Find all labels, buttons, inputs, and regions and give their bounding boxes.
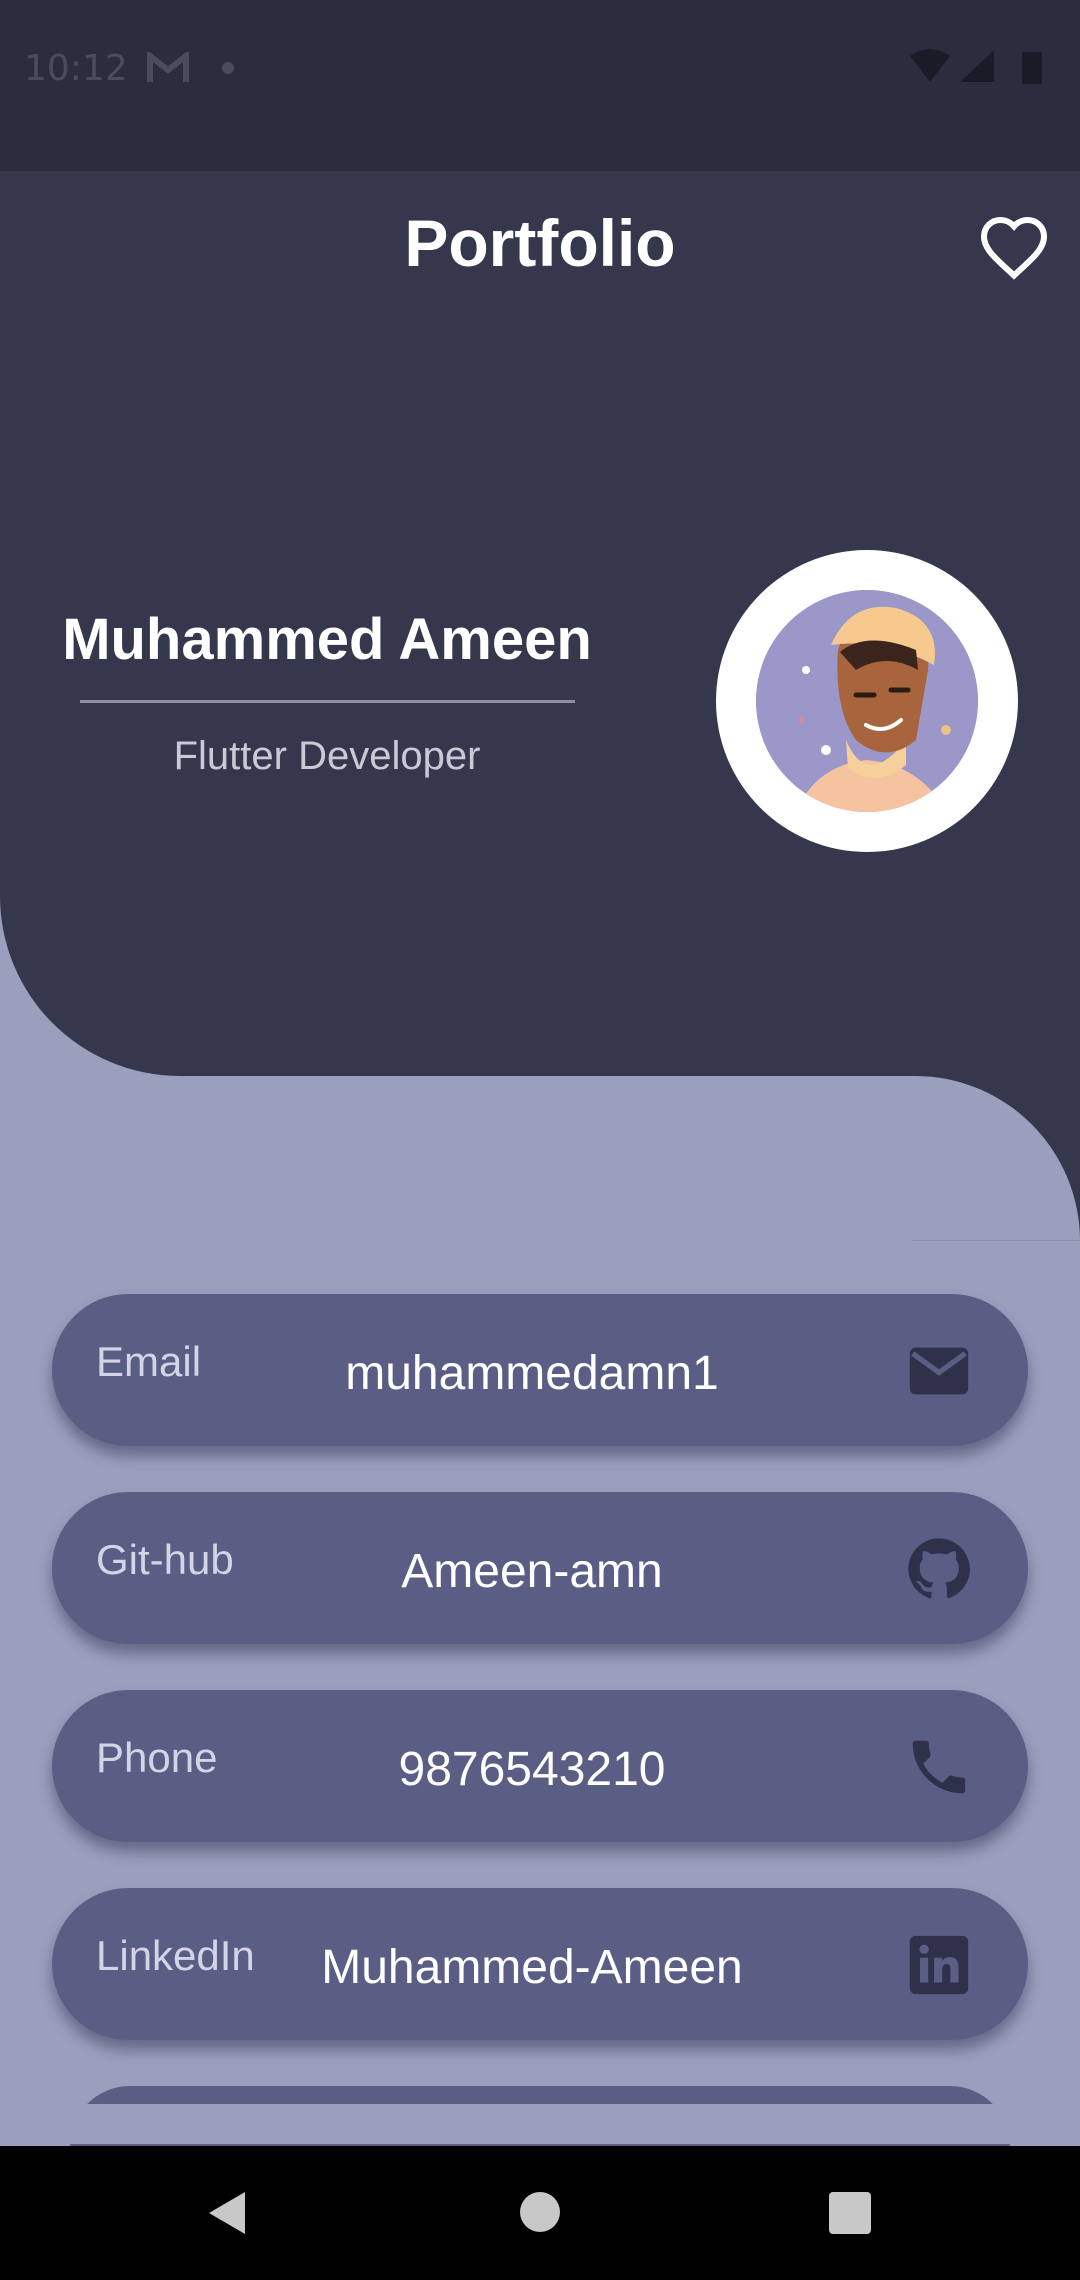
avatar-illustration: [756, 590, 978, 812]
notification-dot-icon: [222, 62, 234, 74]
avatar[interactable]: [756, 590, 978, 812]
name-divider: [80, 700, 575, 703]
github-icon[interactable]: [904, 1534, 974, 1604]
mail-icon[interactable]: [904, 1336, 974, 1406]
status-time: 10:12: [24, 48, 128, 89]
contact-card-phone[interactable]: Phone 9876543210: [52, 1690, 1028, 1842]
list-clip: [0, 2104, 1080, 2144]
home-icon[interactable]: [520, 2192, 560, 2232]
card-label: Email: [96, 1338, 202, 1385]
card-value: 9876543210: [398, 1743, 666, 1796]
recents-icon[interactable]: [829, 2192, 871, 2234]
gmail-icon: [147, 52, 189, 82]
status-bar: 10:12: [0, 0, 1080, 171]
battery-icon: [1022, 52, 1042, 84]
back-icon[interactable]: [205, 2190, 249, 2236]
contact-card-github[interactable]: Git-hub Ameen-amn: [52, 1492, 1028, 1644]
card-value: Muhammed-Ameen: [321, 1941, 743, 1994]
header-curve: [0, 1076, 1080, 1241]
card-label: Git-hub: [96, 1536, 234, 1583]
card-label: Phone: [96, 1734, 218, 1781]
page-title: Portfolio: [404, 206, 676, 280]
phone-icon[interactable]: [904, 1732, 974, 1802]
card-label: LinkedIn: [96, 1932, 255, 1979]
wifi-icon: [910, 49, 950, 82]
divider: [912, 1240, 1080, 1241]
status-icons: [910, 49, 1042, 84]
contact-card-linkedin[interactable]: LinkedIn Muhammed-Ameen: [52, 1888, 1028, 2040]
linkedin-icon[interactable]: [904, 1930, 974, 2000]
card-value: muhammedamn1: [345, 1347, 719, 1400]
signal-icon: [960, 50, 994, 82]
heart-icon[interactable]: [978, 214, 1050, 280]
profile-role: Flutter Developer: [173, 734, 481, 778]
contact-card-email[interactable]: Email muhammedamn1: [52, 1294, 1028, 1446]
navigation-bar: [0, 2146, 1080, 2280]
profile-name: Muhammed Ameen: [62, 607, 592, 672]
card-value: Ameen-amn: [401, 1545, 663, 1598]
